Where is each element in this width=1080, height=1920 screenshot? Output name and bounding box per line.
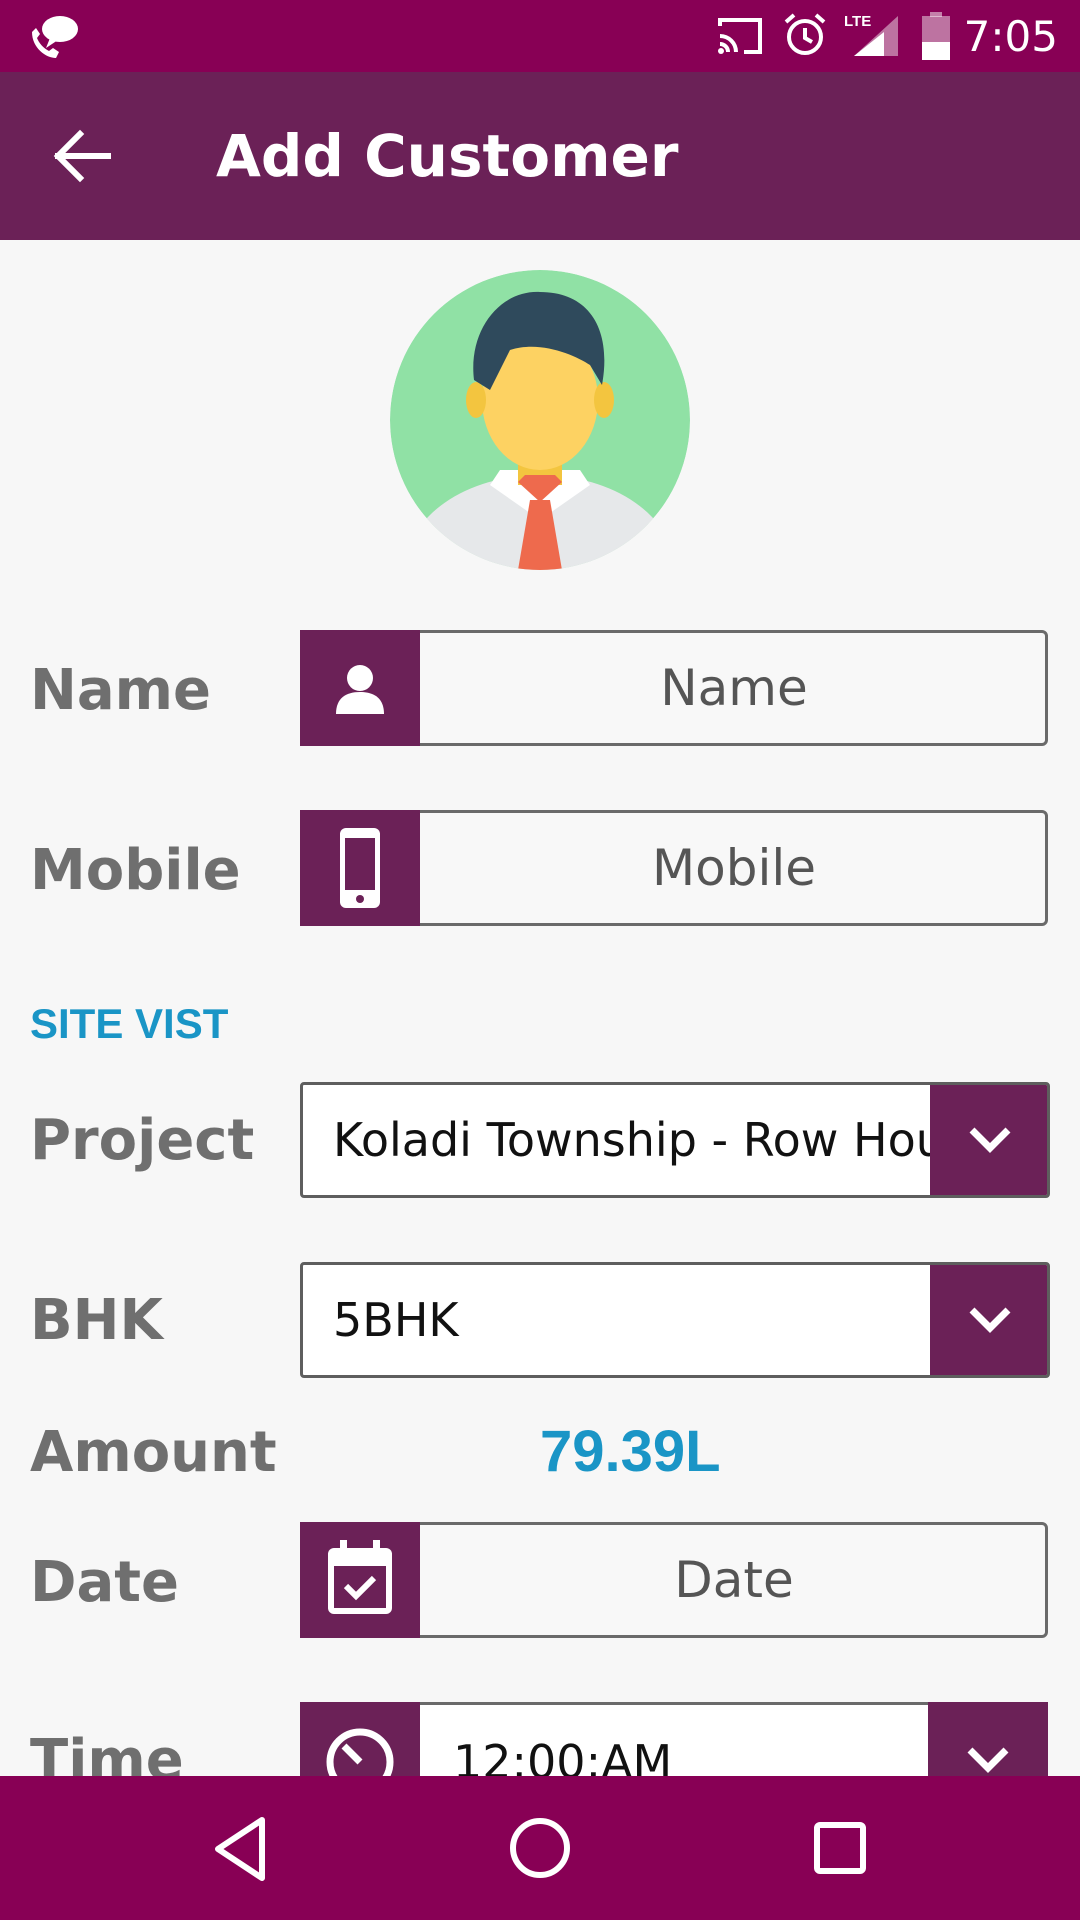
app-bar: Add Customer [0, 72, 1080, 240]
amount-label: Amount [30, 1420, 277, 1485]
customer-avatar[interactable] [390, 270, 690, 570]
alarm-icon [782, 12, 828, 58]
calendar-check-icon [300, 1522, 420, 1638]
name-placeholder: Name [660, 659, 808, 717]
chevron-down-icon[interactable] [930, 1265, 1047, 1375]
date-label: Date [30, 1550, 180, 1615]
smartphone-icon [300, 810, 420, 926]
person-icon [300, 630, 420, 746]
time-value: 12:00:AM [453, 1735, 673, 1776]
project-dropdown[interactable]: Koladi Township - Row House [300, 1082, 1050, 1198]
svg-text:LTE: LTE [844, 13, 871, 30]
home-circle-icon[interactable] [508, 1816, 572, 1880]
arrow-back-icon[interactable] [48, 124, 118, 188]
recents-square-icon[interactable] [812, 1820, 868, 1876]
name-label: Name [30, 658, 211, 723]
time-label: Time [30, 1728, 184, 1776]
mobile-placeholder: Mobile [651, 839, 816, 897]
chevron-down-icon[interactable] [930, 1085, 1047, 1195]
bhk-value: 5BHK [333, 1293, 459, 1347]
bhk-dropdown[interactable]: 5BHK [300, 1262, 1050, 1378]
mobile-field[interactable]: Mobile [300, 810, 1048, 926]
form-content: Name Name Mobile Mobile SITE VIST Projec… [0, 240, 1080, 1776]
navigation-bar [0, 1776, 1080, 1920]
lte-signal-icon: LTE [844, 12, 900, 58]
mobile-label: Mobile [30, 838, 241, 903]
bhk-label: BHK [30, 1288, 163, 1353]
time-field[interactable]: 12:00:AM [300, 1702, 1048, 1776]
battery-icon [920, 12, 952, 60]
project-label: Project [30, 1108, 255, 1173]
back-triangle-icon[interactable] [210, 1814, 270, 1884]
amount-value: 79.39L [540, 1419, 721, 1484]
project-value: Koladi Township - Row House [333, 1113, 998, 1167]
chevron-down-icon[interactable] [928, 1702, 1048, 1776]
timer-icon [300, 1702, 420, 1776]
status-time: 7:05 [963, 12, 1058, 61]
date-field[interactable]: Date [300, 1522, 1048, 1638]
name-field[interactable]: Name [300, 630, 1048, 746]
status-bar: LTE 7:05 [0, 0, 1080, 72]
page-title: Add Customer [216, 122, 679, 190]
chat-phone-icon [26, 14, 80, 60]
site-visit-section-title: SITE VIST [30, 1000, 229, 1047]
date-placeholder: Date [674, 1551, 794, 1609]
cast-icon [716, 16, 764, 56]
